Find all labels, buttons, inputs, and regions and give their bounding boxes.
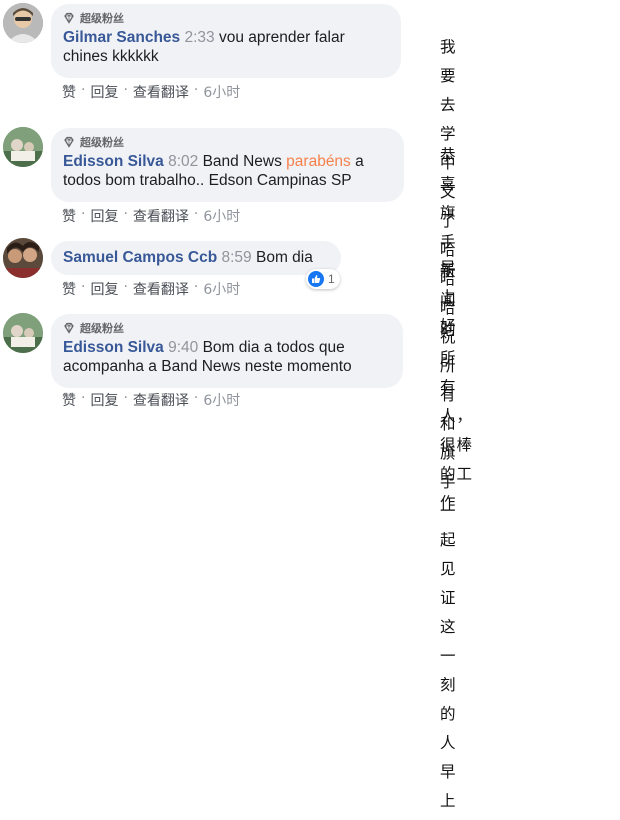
reply-link[interactable]: 回复 bbox=[90, 390, 118, 410]
separator: · bbox=[123, 82, 128, 98]
like-link[interactable]: 赞 bbox=[62, 390, 76, 410]
diamond-icon bbox=[64, 322, 74, 334]
badge-label: 超级粉丝 bbox=[80, 13, 124, 25]
reply-link[interactable]: 回复 bbox=[90, 206, 118, 226]
separator: · bbox=[123, 390, 128, 406]
avatar-photo-icon bbox=[3, 127, 43, 167]
separator: · bbox=[81, 279, 86, 295]
separator: · bbox=[193, 390, 199, 406]
see-translation-link[interactable]: 查看翻译 bbox=[133, 279, 189, 299]
separator: · bbox=[123, 279, 128, 295]
comment-text: a bbox=[350, 153, 364, 170]
separator: · bbox=[81, 206, 86, 222]
avatar[interactable] bbox=[3, 127, 43, 167]
see-translation-link[interactable]: 查看翻译 bbox=[133, 390, 189, 410]
comment-text: Bom dia a todos que bbox=[202, 339, 345, 356]
comment-time: 9:40 bbox=[168, 339, 199, 356]
badge-label: 超级粉丝 bbox=[80, 137, 124, 149]
comment-age[interactable]: 6小时 bbox=[203, 206, 240, 226]
avatar-photo-icon bbox=[3, 238, 43, 278]
see-translation-link[interactable]: 查看翻译 bbox=[133, 82, 189, 102]
comment-bubble: 超级粉丝 Edisson Silva 8:02 Band News parabé… bbox=[51, 128, 404, 202]
comment-bubble: 超级粉丝 Gilmar Sanches 2:33 vou aprender fa… bbox=[51, 4, 401, 78]
reaction-summary[interactable]: 1 bbox=[306, 269, 340, 289]
separator: · bbox=[123, 206, 128, 222]
separator: · bbox=[193, 206, 199, 222]
top-fan-badge: 超级粉丝 bbox=[63, 135, 392, 149]
comment-text-line2: acompanha a Band News neste momento bbox=[63, 358, 352, 375]
comment-text: vou aprender falar bbox=[218, 29, 345, 46]
separator: · bbox=[193, 279, 199, 295]
like-link[interactable]: 赞 bbox=[62, 206, 76, 226]
reply-link[interactable]: 回复 bbox=[90, 279, 118, 299]
comment-actions: 赞 · 回复 · 查看翻译 · 6小时 bbox=[62, 279, 240, 299]
avatar-photo-icon bbox=[3, 3, 43, 43]
separator: · bbox=[193, 82, 199, 98]
comment-text-line2: chines kkkkkk bbox=[63, 48, 159, 65]
comment-time: 2:33 bbox=[184, 29, 215, 46]
translation-note: 祝所有和旗手一起见证 这一刻的人早上好 bbox=[440, 323, 457, 820]
comment-author[interactable]: Samuel Campos Ccb bbox=[63, 249, 217, 266]
diamond-icon bbox=[64, 12, 74, 24]
separator: · bbox=[81, 82, 86, 98]
comment-actions: 赞 · 回复 · 查看翻译 · 6小时 bbox=[62, 206, 240, 226]
comment-time: 8:59 bbox=[221, 249, 252, 266]
separator: · bbox=[81, 390, 86, 406]
avatar[interactable] bbox=[3, 3, 43, 43]
comment-actions: 赞 · 回复 · 查看翻译 · 6小时 bbox=[62, 390, 240, 410]
see-translation-link[interactable]: 查看翻译 bbox=[133, 206, 189, 226]
comment-age[interactable]: 6小时 bbox=[203, 390, 240, 410]
comment-age[interactable]: 6小时 bbox=[203, 82, 240, 102]
comment-bubble: 超级粉丝 Edisson Silva 9:40 Bom dia a todos … bbox=[51, 314, 403, 388]
like-link[interactable]: 赞 bbox=[62, 279, 76, 299]
avatar[interactable] bbox=[3, 313, 43, 353]
comment-age[interactable]: 6小时 bbox=[203, 279, 240, 299]
diamond-icon bbox=[64, 136, 74, 148]
highlighted-word[interactable]: parabéns bbox=[286, 153, 351, 170]
like-reaction-icon bbox=[308, 271, 324, 287]
translation-line: 这一刻的人早上好 bbox=[440, 618, 457, 810]
badge-label: 超级粉丝 bbox=[80, 323, 124, 335]
like-link[interactable]: 赞 bbox=[62, 82, 76, 102]
avatar-photo-icon bbox=[3, 313, 43, 353]
reaction-count: 1 bbox=[328, 272, 335, 286]
avatar[interactable] bbox=[3, 238, 43, 278]
comment-author[interactable]: Gilmar Sanches bbox=[63, 29, 180, 46]
comment-bubble: Samuel Campos Ccb 8:59 Bom dia bbox=[51, 241, 341, 275]
comment-text: Bom dia bbox=[255, 249, 313, 266]
comment-author[interactable]: Edisson Silva bbox=[63, 339, 164, 356]
comment-actions: 赞 · 回复 · 查看翻译 · 6小时 bbox=[62, 82, 240, 102]
top-fan-badge: 超级粉丝 bbox=[63, 321, 391, 335]
comment-text-line2: todos bom trabalho.. Edson Campinas SP bbox=[63, 172, 352, 189]
reply-link[interactable]: 回复 bbox=[90, 82, 118, 102]
top-fan-badge: 超级粉丝 bbox=[63, 11, 389, 25]
translation-line: 祝所有和旗手一起见证 bbox=[440, 328, 457, 607]
comment-time: 8:02 bbox=[168, 153, 199, 170]
comment-author[interactable]: Edisson Silva bbox=[63, 153, 164, 170]
comment-text: Band News bbox=[202, 153, 287, 170]
